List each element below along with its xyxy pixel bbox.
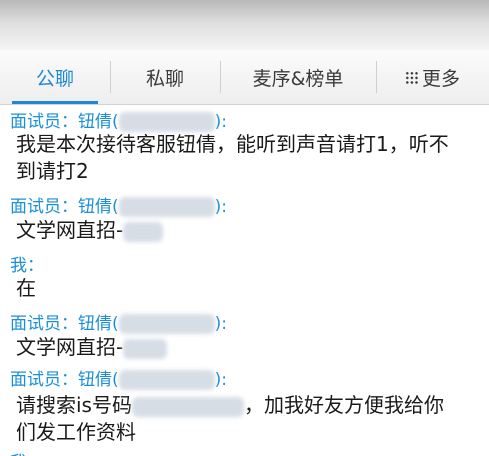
redacted-text	[123, 338, 168, 359]
message-line: 们发工作资料	[16, 420, 136, 444]
tab-more-label: 更多	[421, 67, 460, 90]
message-line: 在	[16, 276, 36, 300]
redacted-id	[118, 197, 215, 217]
redacted-number	[131, 396, 244, 417]
message-sender: 面试员：钮倩():	[10, 107, 227, 132]
sender-name: 面试员：钮倩(	[10, 370, 119, 390]
message-line: 请搜索is号码	[16, 393, 132, 417]
tab-public-chat[interactable]: 公聊	[0, 50, 110, 104]
tab-bar: 公聊 私聊 麦序&榜单 更多	[0, 50, 489, 105]
message-line: 我是本次接待客服钮倩，能听到声音请打1，听不	[16, 132, 449, 156]
tab-mic-queue-ranking-label: 麦序&榜单	[252, 67, 344, 90]
chat-screen: 公聊 私聊 麦序&榜单 更多 面试员：钮倩(): 我是本次接待客服钮倩，能听到声…	[0, 0, 489, 456]
message-line: 文学网直招-	[16, 218, 124, 242]
redacted-text	[123, 221, 164, 242]
sender-name-suffix: ):	[214, 112, 228, 132]
tab-private-chat[interactable]: 私聊	[110, 50, 220, 104]
sender-name: 面试员：钮倩(	[10, 112, 119, 132]
message-sender-partial: 我	[10, 448, 27, 456]
message-line: 到请打2	[16, 159, 89, 183]
tab-private-chat-label: 私聊	[145, 67, 184, 90]
tab-more[interactable]: 更多	[376, 50, 489, 104]
top-header-area	[0, 0, 489, 50]
message-text: 文学网直招-	[16, 334, 168, 361]
sender-name-suffix: ):	[214, 370, 228, 390]
sender-name: 我：	[10, 256, 44, 276]
message-sender: 面试员：钮倩():	[10, 309, 227, 334]
message-line: 文学网直招-	[16, 335, 124, 359]
chat-message-list[interactable]: 面试员：钮倩(): 我是本次接待客服钮倩，能听到声音请打1，听不 到请打2 面试…	[0, 105, 489, 456]
sender-name-suffix: ):	[214, 197, 228, 217]
message-line: ，加我好友方便我给你	[243, 393, 444, 417]
message-text: 文学网直招-	[16, 217, 164, 244]
message-sender-me: 我：	[10, 251, 44, 276]
message-text: 请搜索is号码 ，加我好友方便我给你 们发工作资料	[16, 392, 444, 446]
sender-name: 面试员：钮倩(	[10, 197, 119, 217]
redacted-id	[118, 314, 215, 334]
redacted-id	[118, 112, 215, 132]
message-sender: 面试员：钮倩():	[10, 192, 227, 217]
sender-name: 面试员：钮倩(	[10, 314, 119, 334]
message-text: 在	[16, 275, 36, 302]
tab-public-chat-label: 公聊	[35, 67, 74, 90]
sender-name-suffix: ):	[214, 314, 228, 334]
message-text: 我是本次接待客服钮倩，能听到声音请打1，听不 到请打2	[16, 131, 449, 185]
message-sender: 面试员：钮倩():	[10, 365, 227, 390]
grid-dots-icon	[404, 71, 419, 85]
tab-mic-queue-ranking[interactable]: 麦序&榜单	[220, 50, 376, 104]
redacted-id	[118, 370, 215, 390]
